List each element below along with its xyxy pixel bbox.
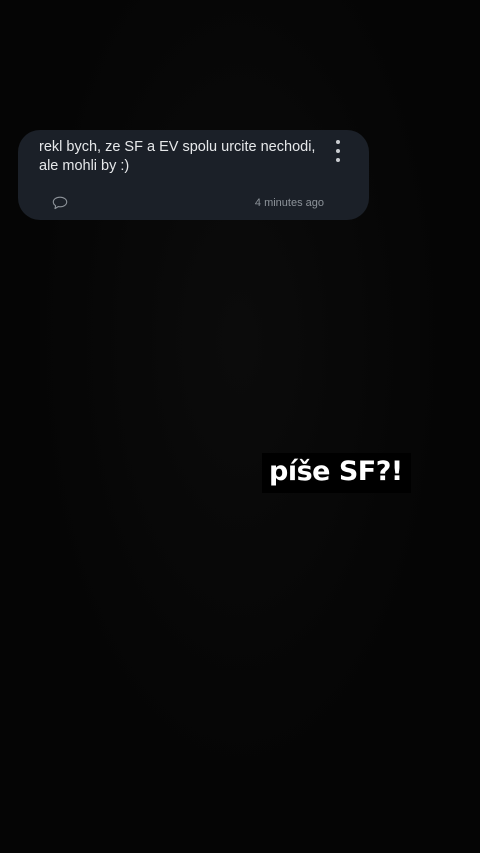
background bbox=[0, 0, 480, 853]
speech-bubble-icon[interactable] bbox=[52, 196, 68, 210]
comment-timestamp: 4 minutes ago bbox=[254, 197, 324, 209]
comment-text: rekl bych, ze SF a EV spolu urcite necho… bbox=[39, 139, 316, 174]
overlay-caption: píše SF?! bbox=[262, 453, 411, 493]
comment-card: rekl bych, ze SF a EV spolu urcite necho… bbox=[18, 130, 369, 220]
more-options-button[interactable] bbox=[329, 140, 347, 162]
vertical-dots-icon bbox=[336, 140, 340, 144]
